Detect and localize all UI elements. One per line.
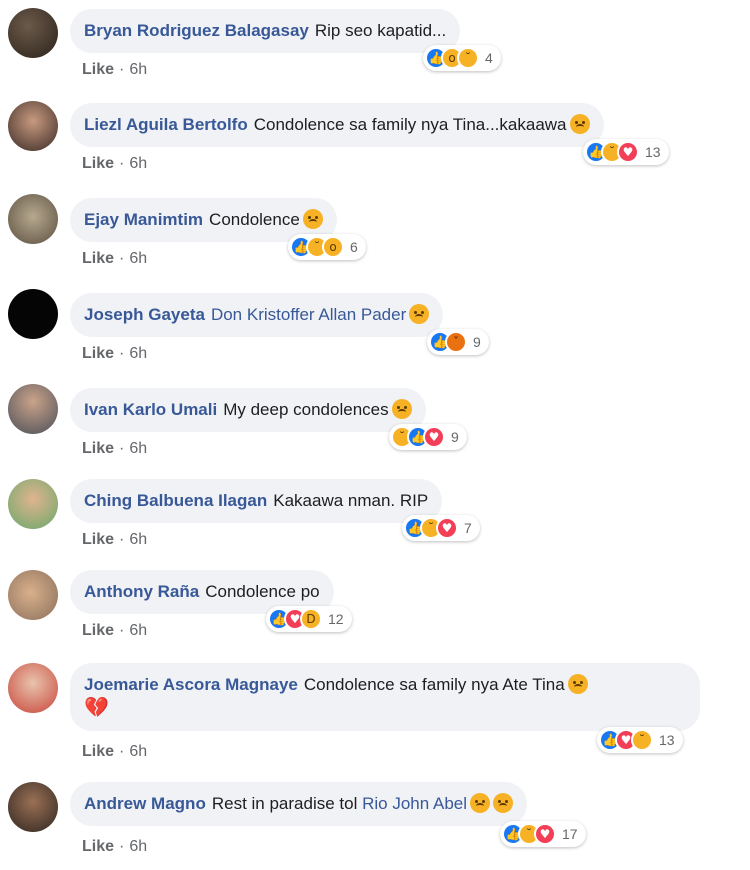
comment-text: Kakaawa nman. RIP [273,491,429,510]
reactions-summary[interactable]: 👍 ˘ o 6 [288,234,366,260]
comment-meta: Like · 6h [82,838,148,855]
comment-time[interactable]: 6h [129,743,147,760]
comment-author[interactable]: Ching Balbuena Ilagan [84,491,267,510]
comment-meta: Like · 6h [82,155,148,172]
comment-text: Condolence sa family nya Tina...kakaawa [253,115,567,134]
reaction-count: 9 [451,429,459,445]
comment-author[interactable]: Andrew Magno [84,794,206,813]
comment-time[interactable]: 6h [129,622,147,639]
sad-reaction-icon: ˘ [631,729,653,751]
comment-time[interactable]: 6h [129,838,147,855]
like-link[interactable]: Like [82,345,114,362]
reactions-summary[interactable]: 👍 ♥ D 12 [266,606,352,632]
comment-time[interactable]: 6h [129,155,147,172]
avatar[interactable] [8,782,58,832]
reactions-summary[interactable]: 👍 ˇ 9 [427,329,489,355]
like-link[interactable]: Like [82,155,114,172]
reactions-summary[interactable]: 👍 ˘ ♥ 13 [583,139,669,165]
avatar[interactable] [8,663,58,713]
reaction-count: 13 [659,732,675,748]
reactions-summary[interactable]: 👍 ˘ ♥ 17 [500,821,586,847]
comment-text: Condolence sa family nya Ate Tina [303,675,565,694]
disappointed-emoji-icon [391,399,412,419]
like-link[interactable]: Like [82,838,114,855]
comment-bubble: Joseph Gayeta Don Kristoffer Allan Pader [70,293,444,337]
sad-emoji-icon [567,674,588,694]
comment-meta: Like · 6h [82,531,148,548]
like-link[interactable]: Like [82,531,114,548]
reaction-count: 7 [464,520,472,536]
reaction-count: 6 [350,239,358,255]
reaction-count: 17 [562,826,578,842]
like-link[interactable]: Like [82,61,114,78]
comment-author[interactable]: Ejay Manimtim [84,210,203,229]
avatar[interactable] [8,479,58,529]
crying-emoji-icon [409,304,430,324]
broken-heart-icon: 💔 [84,695,109,719]
comment-text: Rest in paradise tol [211,794,358,813]
reactions-summary[interactable]: ˘ 👍 ♥ 9 [389,424,467,450]
comment-bubble: Joemarie Ascora Magnaye Condolence sa fam… [70,663,700,731]
heart-reaction-icon: ♥ [534,823,556,845]
avatar[interactable] [8,570,58,620]
sad-emoji-icon [569,114,590,134]
comment-meta: Like · 6h [82,743,148,760]
comment-time[interactable]: 6h [129,440,147,457]
comment-time[interactable]: 6h [129,61,147,78]
comment-time[interactable]: 6h [129,531,147,548]
avatar[interactable] [8,289,58,339]
comment-author[interactable]: Ivan Karlo Umali [84,400,217,419]
angry-reaction-icon: ˇ [445,331,467,353]
heart-reaction-icon: ♥ [436,517,458,539]
comment-author[interactable]: Bryan Rodriguez Balagasay [84,21,309,40]
reactions-summary[interactable]: 👍 ♥ ˘ 13 [597,727,683,753]
like-link[interactable]: Like [82,440,114,457]
comment-text: Condolence po [205,582,320,601]
comment-meta: Like · 6h [82,61,148,78]
haha-reaction-icon: D [300,608,322,630]
like-link[interactable]: Like [82,622,114,639]
wow-reaction-icon: o [322,236,344,258]
crying-emoji-icon [493,793,514,813]
comment-author[interactable]: Joemarie Ascora Magnaye [84,675,298,694]
comment-bubble: Andrew Magno Rest in paradise tol Rio Joh… [70,782,528,826]
reaction-count: 9 [473,334,481,350]
crying-emoji-icon [470,793,491,813]
comment-text: Condolence [209,210,300,229]
reactions-summary[interactable]: 👍 o ˘ 4 [423,45,501,71]
comment-bubble: Ching Balbuena Ilagan Kakaawa nman. RIP [70,479,443,523]
like-link[interactable]: Like [82,250,114,267]
heart-reaction-icon: ♥ [617,141,639,163]
like-link[interactable]: Like [82,743,114,760]
comment-bubble: Ivan Karlo Umali My deep condolences [70,388,426,432]
avatar[interactable] [8,8,58,58]
avatar[interactable] [8,194,58,244]
avatar[interactable] [8,384,58,434]
mentioned-user[interactable]: Don Kristoffer Allan Pader [211,305,406,324]
sad-emoji-icon [302,209,323,229]
mentioned-user[interactable]: Rio John Abel [362,794,467,813]
comment-text: Rip seo kapatid... [314,21,447,40]
comment-author[interactable]: Liezl Aguila Bertolfo [84,115,248,134]
comment-bubble: Liezl Aguila Bertolfo Condolence sa famil… [70,103,604,147]
comment-meta: Like · 6h [82,440,148,457]
comment-meta: Like · 6h [82,345,148,362]
comment-author[interactable]: Anthony Raña [84,582,199,601]
reaction-count: 13 [645,144,661,160]
heart-reaction-icon: ♥ [423,426,445,448]
reaction-count: 12 [328,611,344,627]
comment-meta: Like · 6h [82,250,148,267]
reaction-count: 4 [485,50,493,66]
comment-time[interactable]: 6h [129,250,147,267]
comment-meta: Like · 6h [82,622,148,639]
comment-bubble: Bryan Rodriguez Balagasay Rip seo kapatid… [70,9,461,53]
avatar[interactable] [8,101,58,151]
comment-text: My deep condolences [223,400,389,419]
sad-reaction-icon: ˘ [457,47,479,69]
comment-time[interactable]: 6h [129,345,147,362]
reactions-summary[interactable]: 👍 ˘ ♥ 7 [402,515,480,541]
comment-author[interactable]: Joseph Gayeta [84,305,205,324]
